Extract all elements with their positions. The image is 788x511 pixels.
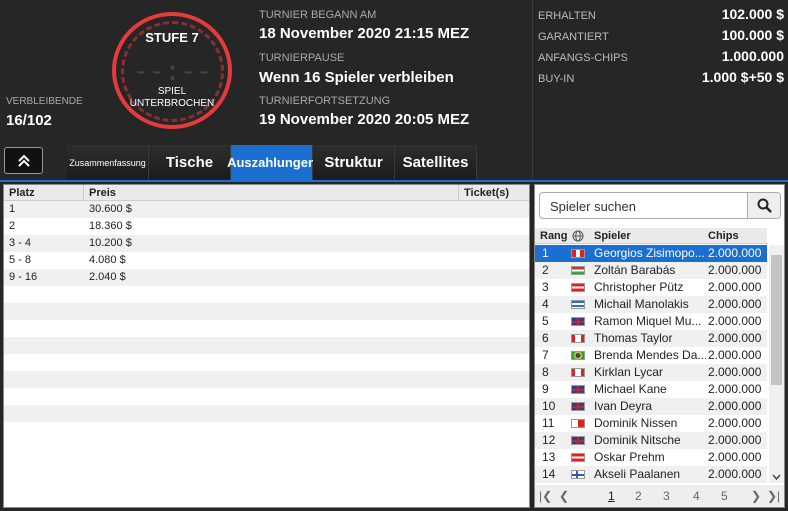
page-5[interactable]: 5 bbox=[721, 489, 728, 503]
table-row[interactable]: 2 18.360 $ bbox=[4, 218, 529, 235]
clock-digits: --:-- bbox=[132, 54, 212, 87]
list-item[interactable]: 2 Zoltán Barabás 2.000.000 bbox=[535, 262, 767, 279]
flag-icon bbox=[571, 470, 585, 479]
flag-icon bbox=[571, 283, 585, 292]
list-item[interactable]: 12 Dominik Nitsche 2.000.000 bbox=[535, 432, 767, 449]
pause-value: Wenn 16 Spieler verbleiben bbox=[259, 69, 454, 86]
tab-payouts[interactable]: Auszahlungen bbox=[227, 145, 316, 180]
start-label: TURNIER BEGANN AM bbox=[259, 9, 377, 21]
flag-icon bbox=[571, 317, 585, 326]
tab-structure[interactable]: Struktur bbox=[313, 145, 395, 180]
list-item[interactable]: 5 Ramon Miquel Mu... 2.000.000 bbox=[535, 313, 767, 330]
resume-label: TURNIERFORTSETZUNG bbox=[259, 95, 391, 107]
next-page-icon[interactable]: ❯ bbox=[751, 489, 761, 503]
search-icon bbox=[757, 198, 772, 213]
first-page-icon[interactable]: |❮ bbox=[539, 489, 552, 503]
flag-icon bbox=[571, 453, 585, 462]
flag-icon bbox=[571, 368, 585, 377]
flag-icon bbox=[571, 402, 585, 411]
list-item[interactable]: 3 Christopher Pütz 2.000.000 bbox=[535, 279, 767, 296]
col-chips[interactable]: Chips bbox=[708, 230, 739, 242]
flag-icon bbox=[571, 436, 585, 445]
list-item[interactable]: 14 Akseli Paalanen 2.000.000 bbox=[535, 466, 767, 483]
info-row-received: ERHALTEN 102.000 $ bbox=[538, 6, 784, 22]
flag-icon bbox=[571, 419, 585, 428]
list-item[interactable]: 13 Oskar Prehm 2.000.000 bbox=[535, 449, 767, 466]
player-list-scrollbar[interactable] bbox=[769, 245, 784, 483]
remaining-value: 16/102 bbox=[6, 112, 52, 129]
col-prize[interactable]: Preis bbox=[84, 185, 459, 200]
remaining-label: VERBLEIBENDE bbox=[6, 96, 83, 107]
last-page-icon[interactable]: ❯| bbox=[767, 489, 780, 503]
page-3[interactable]: 3 bbox=[663, 489, 670, 503]
col-rank[interactable]: Rang bbox=[540, 230, 568, 242]
list-item[interactable]: 10 Ivan Deyra 2.000.000 bbox=[535, 398, 767, 415]
clock-status: SPIEL UNTERBROCHEN bbox=[129, 86, 215, 109]
flag-icon bbox=[571, 249, 585, 258]
empty-row bbox=[4, 388, 529, 405]
empty-row bbox=[4, 337, 529, 354]
clock-level: STUFE 7 bbox=[145, 30, 199, 45]
empty-row bbox=[4, 371, 529, 388]
search-placeholder: Spieler suchen bbox=[550, 199, 636, 214]
payout-rows: 1 30.600 $ 2 18.360 $ 3 - 4 10.200 $ 5 - 84… bbox=[4, 201, 529, 439]
player-list: 1 Georgios Zisimopo... 2.000.000 2 Zoltán B… bbox=[535, 245, 767, 483]
header-divider bbox=[532, 0, 533, 180]
info-row-buy-in: BUY-IN 1.000 $+50 $ bbox=[538, 69, 784, 85]
list-item[interactable]: 1 Georgios Zisimopo... 2.000.000 bbox=[535, 245, 767, 262]
scrollbar-thumb[interactable] bbox=[771, 255, 782, 385]
pause-label: TURNIERPAUSE bbox=[259, 52, 345, 64]
list-item[interactable]: 4 Michail Manolakis 2.000.000 bbox=[535, 296, 767, 313]
page-4[interactable]: 4 bbox=[693, 489, 700, 503]
payout-table-header: Platz Preis Ticket(s) bbox=[4, 185, 529, 201]
chevron-down-icon[interactable] bbox=[772, 474, 781, 481]
col-place[interactable]: Platz bbox=[4, 185, 84, 200]
list-item[interactable]: 6 Thomas Taylor 2.000.000 bbox=[535, 330, 767, 347]
tournament-header: STUFE 7 --:-- SPIEL UNTERBROCHEN VERBLEI… bbox=[0, 0, 788, 180]
page-1[interactable]: 1 bbox=[608, 489, 615, 503]
page-2[interactable]: 2 bbox=[635, 489, 642, 503]
empty-row bbox=[4, 286, 529, 303]
search-button[interactable] bbox=[747, 193, 780, 218]
tab-summary[interactable]: Zusammenfassung bbox=[67, 145, 149, 180]
level-clock: STUFE 7 --:-- SPIEL UNTERBROCHEN bbox=[112, 12, 232, 129]
tab-tables[interactable]: Tische bbox=[149, 145, 231, 180]
table-row[interactable]: 1 30.600 $ bbox=[4, 201, 529, 218]
payout-table: Platz Preis Ticket(s) 1 30.600 $ 2 18.360 … bbox=[3, 184, 530, 508]
empty-row bbox=[4, 320, 529, 337]
table-row[interactable]: 3 - 4 10.200 $ bbox=[4, 235, 529, 252]
info-row-starting-chips: ANFANGS-CHIPS 1.000.000 bbox=[538, 48, 784, 64]
empty-row bbox=[4, 303, 529, 320]
globe-icon[interactable] bbox=[572, 230, 584, 242]
list-item[interactable]: 7 Brenda Mendes Da... 2.000.000 bbox=[535, 347, 767, 364]
player-list-header: Rang Spieler Chips bbox=[535, 228, 767, 244]
resume-value: 19 November 2020 20:05 MEZ bbox=[259, 111, 470, 128]
search-input[interactable]: Spieler suchen bbox=[539, 192, 781, 219]
flag-icon bbox=[571, 300, 585, 309]
player-panel: Spieler suchen Rang Spieler Chips 1 Georg… bbox=[534, 184, 785, 508]
flag-icon bbox=[571, 334, 585, 343]
tab-satellites[interactable]: Satellites bbox=[395, 145, 477, 180]
flag-icon bbox=[571, 266, 585, 275]
col-tickets[interactable]: Ticket(s) bbox=[459, 185, 529, 200]
flag-icon bbox=[571, 351, 585, 360]
list-item[interactable]: 8 Kirklan Lycar 2.000.000 bbox=[535, 364, 767, 381]
info-row-guaranteed: GARANTIERT 100.000 $ bbox=[538, 27, 784, 43]
start-value: 18 November 2020 21:15 MEZ bbox=[259, 25, 470, 42]
empty-row bbox=[4, 354, 529, 371]
accent-line bbox=[0, 180, 788, 182]
table-row[interactable]: 5 - 8 4.080 $ bbox=[4, 252, 529, 269]
list-item[interactable]: 11 Dominik Nissen 2.000.000 bbox=[535, 415, 767, 432]
flag-icon bbox=[571, 385, 585, 394]
list-item[interactable]: 9 Michael Kane 2.000.000 bbox=[535, 381, 767, 398]
table-row[interactable]: 9 - 16 2.040 $ bbox=[4, 269, 529, 286]
empty-row bbox=[4, 422, 529, 439]
double-chevron-up-icon bbox=[17, 154, 30, 167]
collapse-button[interactable] bbox=[4, 147, 43, 174]
tab-bar: Zusammenfassung Tische Auszahlungen Stru… bbox=[67, 145, 477, 180]
empty-row bbox=[4, 405, 529, 422]
pagination: |❮ ❮ 1 2 3 4 5 ❯ ❯| bbox=[535, 485, 784, 507]
col-player[interactable]: Spieler bbox=[594, 230, 631, 242]
prev-page-icon[interactable]: ❮ bbox=[559, 489, 569, 503]
